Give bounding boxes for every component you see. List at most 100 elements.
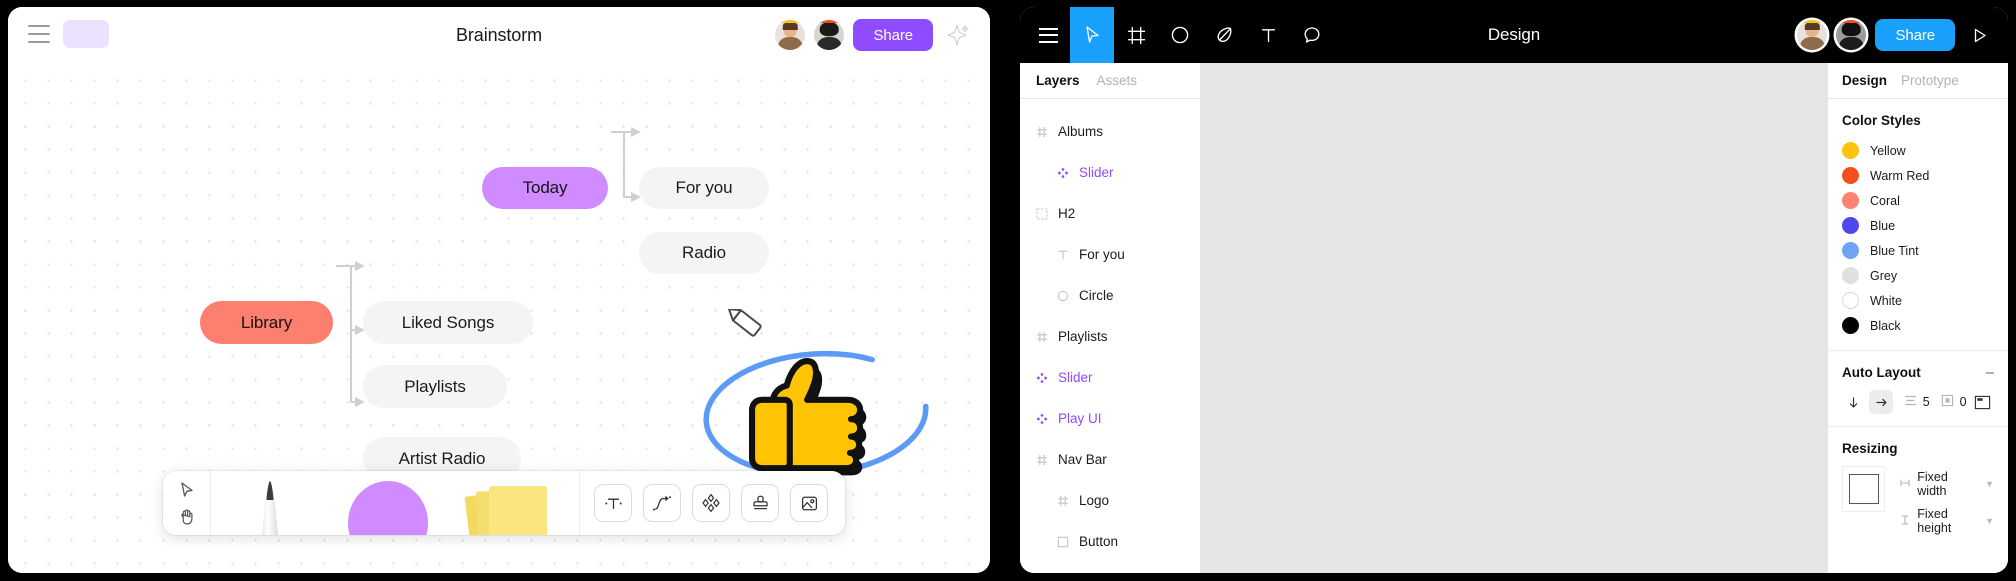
sparkle-icon[interactable] (942, 20, 972, 50)
tab-layers[interactable]: Layers (1036, 73, 1080, 88)
layer-row-slider[interactable]: Slider (1020, 152, 1200, 193)
fixed-height-select[interactable]: Fixed height ▼ (1899, 507, 1994, 535)
layer-list: Albums Slider H2 For you Circle Playlist… (1020, 99, 1200, 562)
color-style-blue[interactable]: Blue (1842, 213, 1994, 238)
thumbs-up-sticker[interactable] (698, 309, 938, 489)
resizing-heading: Resizing (1842, 441, 1994, 456)
stamp-icon[interactable] (741, 484, 779, 522)
comment-tool[interactable] (1290, 7, 1334, 63)
layer-row-circle[interactable]: Circle (1020, 275, 1200, 316)
figjam-canvas[interactable]: Today For you Radio Library Liked Songs … (8, 63, 990, 573)
fixed-width-label: Fixed width (1917, 470, 1948, 498)
color-styles-section: Color Styles Yellow Warm Red Coral Blue … (1828, 99, 2008, 351)
diamonds-widget-icon[interactable] (692, 484, 730, 522)
color-swatch (1842, 192, 1859, 209)
color-label: Grey (1870, 268, 1898, 283)
arrow-down-icon[interactable] (1842, 390, 1865, 414)
figma-canvas[interactable] (1200, 63, 1828, 573)
mindmap-node-liked-songs[interactable]: Liked Songs (363, 301, 533, 344)
layer-row-logo[interactable]: Logo (1020, 480, 1200, 521)
marker-pen-icon[interactable] (211, 471, 329, 535)
horizontal-measure-icon (1899, 477, 1911, 492)
layer-label: Circle (1079, 288, 1114, 303)
layer-label: Albums (1058, 124, 1104, 139)
layer-row-slider-2[interactable]: Slider (1020, 357, 1200, 398)
cursor-arrow-icon[interactable] (176, 479, 198, 501)
avatar[interactable] (775, 20, 806, 50)
color-style-grey[interactable]: Grey (1842, 263, 1994, 288)
color-label: Blue Tint (1870, 243, 1919, 258)
component-icon (1035, 371, 1049, 385)
color-style-coral[interactable]: Coral (1842, 188, 1994, 213)
component-icon (1056, 166, 1070, 180)
frame-tool[interactable] (1114, 7, 1158, 63)
rectangle-icon (1056, 535, 1070, 549)
resizing-section: Resizing Fixed width ▼ Fixed height ▼ (1828, 427, 2008, 547)
layer-row-playlists[interactable]: Playlists (1020, 316, 1200, 357)
color-style-black[interactable]: Black (1842, 313, 1994, 338)
share-button[interactable]: Share (1875, 19, 1955, 51)
frame-hash-icon (1056, 494, 1070, 508)
alignment-box-icon[interactable] (1971, 390, 1994, 414)
section-title: Resizing (1842, 441, 1898, 456)
component-icon (1035, 412, 1049, 426)
screenshot-stage: Today For you Radio Library Liked Songs … (0, 0, 2016, 581)
figjam-window: Today For you Radio Library Liked Songs … (8, 7, 990, 573)
padding-field[interactable]: 0 (1934, 394, 1967, 410)
layer-label: For you (1079, 247, 1125, 262)
resize-box-icon[interactable] (1842, 466, 1886, 512)
color-label: Warm Red (1870, 168, 1930, 183)
text-tool[interactable] (1246, 7, 1290, 63)
layer-row-h2[interactable]: H2 (1020, 193, 1200, 234)
purple-shape-icon[interactable] (329, 471, 447, 535)
avatar[interactable] (1797, 20, 1828, 50)
color-label: White (1870, 293, 1902, 308)
design-panel-tabs: Design Prototype (1828, 63, 2008, 99)
color-style-warm-red[interactable]: Warm Red (1842, 163, 1994, 188)
tab-prototype[interactable]: Prototype (1901, 73, 1959, 88)
mindmap-node-library[interactable]: Library (200, 301, 333, 344)
color-style-yellow[interactable]: Yellow (1842, 138, 1994, 163)
layer-row-button[interactable]: Button (1020, 521, 1200, 562)
tab-design[interactable]: Design (1842, 73, 1887, 88)
spacing-field[interactable]: 5 (1897, 394, 1930, 410)
layer-label: H2 (1058, 206, 1076, 221)
minus-icon[interactable]: – (1986, 365, 1994, 380)
layer-row-for-you[interactable]: For you (1020, 234, 1200, 275)
color-style-blue-tint[interactable]: Blue Tint (1842, 238, 1994, 263)
mindmap-node-playlists[interactable]: Playlists (363, 365, 507, 408)
menu-button[interactable] (1026, 7, 1070, 63)
spacing-icon (1904, 394, 1917, 410)
arrow-right-icon[interactable] (1869, 390, 1893, 414)
color-style-white[interactable]: White (1842, 288, 1994, 313)
tab-assets[interactable]: Assets (1097, 73, 1138, 88)
color-styles-heading: Color Styles (1842, 113, 1994, 128)
mindmap-node-radio[interactable]: Radio (639, 232, 769, 274)
mindmap-node-today[interactable]: Today (482, 167, 608, 209)
spacing-value: 5 (1922, 395, 1930, 409)
pen-tool[interactable] (1202, 7, 1246, 63)
layer-row-nav-bar[interactable]: Nav Bar (1020, 439, 1200, 480)
share-button[interactable]: Share (853, 19, 933, 51)
ellipse-tool[interactable] (1158, 7, 1202, 63)
text-T-icon[interactable] (594, 484, 632, 522)
move-tool[interactable] (1070, 7, 1114, 63)
connector-arrow-icon[interactable] (643, 484, 681, 522)
figjam-title-text: Brainstorm (455, 24, 543, 45)
image-icon[interactable] (790, 484, 828, 522)
avatar[interactable] (1836, 20, 1867, 50)
sticky-notes-icon[interactable] (447, 471, 567, 535)
text-T-icon (1056, 248, 1070, 262)
color-label: Yellow (1870, 143, 1906, 158)
layer-row-albums[interactable]: Albums (1020, 111, 1200, 152)
hand-icon[interactable] (176, 506, 198, 528)
fixed-width-select[interactable]: Fixed width ▼ (1899, 470, 1994, 498)
layer-row-play-ui[interactable]: Play UI (1020, 398, 1200, 439)
mindmap-node-for-you[interactable]: For you (639, 167, 769, 209)
toolbar-cursor-column (163, 471, 211, 535)
present-play-icon[interactable] (1964, 18, 1994, 52)
node-label: Playlists (404, 376, 466, 396)
color-label: Coral (1870, 193, 1900, 208)
auto-layout-section: Auto Layout – 5 0 (1828, 351, 2008, 427)
avatar[interactable] (814, 20, 845, 50)
